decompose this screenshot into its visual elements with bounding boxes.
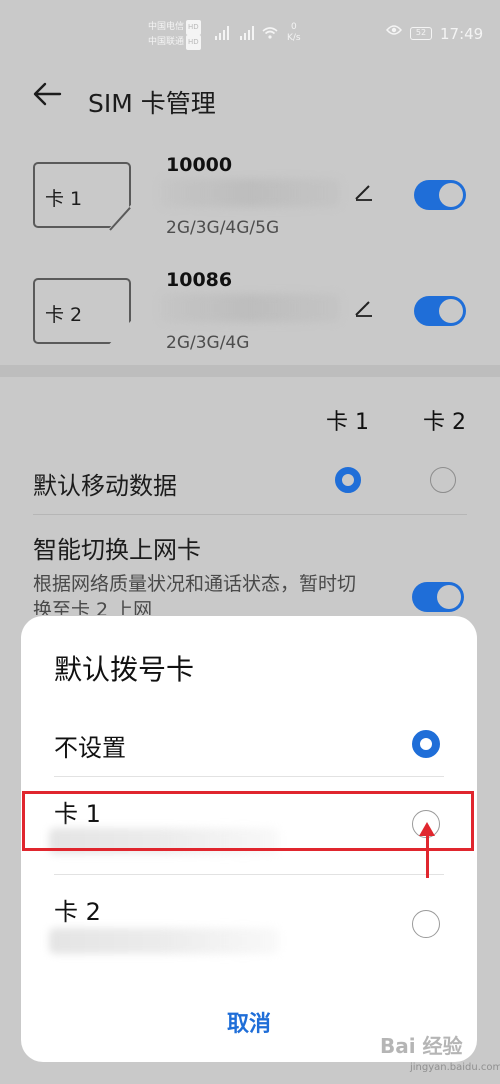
dialog-title: 默认拨号卡	[54, 653, 195, 686]
status-bar: 中国电信 HD 中国联通 HD 0 K/s 52 17:49	[0, 0, 500, 64]
smart-switch-label: 智能切换上网卡	[33, 536, 201, 564]
sim-2-number: 10086	[166, 269, 233, 291]
sim-2-edit-icon[interactable]	[354, 300, 374, 323]
option-none-label[interactable]: 不设置	[54, 728, 126, 763]
option-none-radio[interactable]	[412, 730, 440, 758]
dialog-divider	[54, 776, 444, 777]
speed-unit: K/s	[287, 33, 301, 43]
battery-icon: 52	[410, 27, 432, 40]
network-speed: 0 K/s	[287, 22, 301, 44]
smart-switch-toggle[interactable]	[412, 582, 464, 612]
watermark-url: jingyan.baidu.com	[410, 1062, 500, 1073]
sim-1-toggle[interactable]	[414, 180, 466, 210]
watermark-logo: Bai 经验	[380, 1034, 463, 1058]
annotation-arrow	[426, 830, 429, 878]
sim-2-network: 2G/3G/4G	[166, 333, 250, 353]
sim-card-2-label: 卡 2	[45, 304, 83, 326]
back-arrow-icon[interactable]	[32, 80, 62, 115]
sim-card-2-icon: 卡 2	[33, 278, 131, 344]
sim-2-toggle[interactable]	[414, 296, 466, 326]
clock: 17:49	[440, 25, 484, 43]
speed-value: 0	[290, 22, 297, 32]
sim-card-1-label: 卡 1	[45, 188, 83, 210]
dialog-divider	[54, 874, 444, 875]
wifi-icon	[262, 26, 278, 43]
carrier-info: 中国电信 HD 中国联通 HD	[148, 20, 201, 50]
column-header-card1: 卡 1	[326, 410, 369, 435]
section-divider	[0, 365, 500, 377]
smart-switch-desc: 根据网络质量状况和通话状态，暂时切换至卡 2 上网	[33, 573, 357, 615]
default-data-card2-radio[interactable]	[430, 467, 456, 493]
highlight-box	[22, 791, 474, 851]
option-card2-label[interactable]: 卡 2	[54, 892, 101, 927]
sim-1-network: 2G/3G/4G/5G	[166, 218, 280, 238]
option-card2-blurred-info	[49, 928, 279, 954]
signal-1-icon	[215, 24, 229, 40]
sim-card-1-icon: 卡 1	[33, 162, 131, 228]
carrier-2: 中国联通	[148, 37, 185, 47]
option-card2-radio[interactable]	[412, 910, 440, 938]
divider	[33, 514, 467, 515]
carrier-1: 中国电信	[148, 22, 185, 32]
sim-1-blurred-info	[160, 179, 340, 207]
annotation-arrow-head	[419, 822, 435, 836]
sim-2-blurred-info	[160, 294, 340, 322]
default-data-label: 默认移动数据	[33, 472, 177, 500]
signal-2-icon	[240, 24, 254, 40]
sim-1-edit-icon[interactable]	[354, 184, 374, 207]
eye-comfort-icon	[386, 24, 402, 40]
page-title: SIM 卡管理	[88, 89, 216, 118]
column-header-card2: 卡 2	[423, 410, 466, 435]
hd-badge-1: HD	[186, 20, 201, 35]
hd-badge-2: HD	[186, 35, 201, 50]
sim-1-number: 10000	[166, 154, 233, 176]
default-data-card1-radio[interactable]	[335, 467, 361, 493]
